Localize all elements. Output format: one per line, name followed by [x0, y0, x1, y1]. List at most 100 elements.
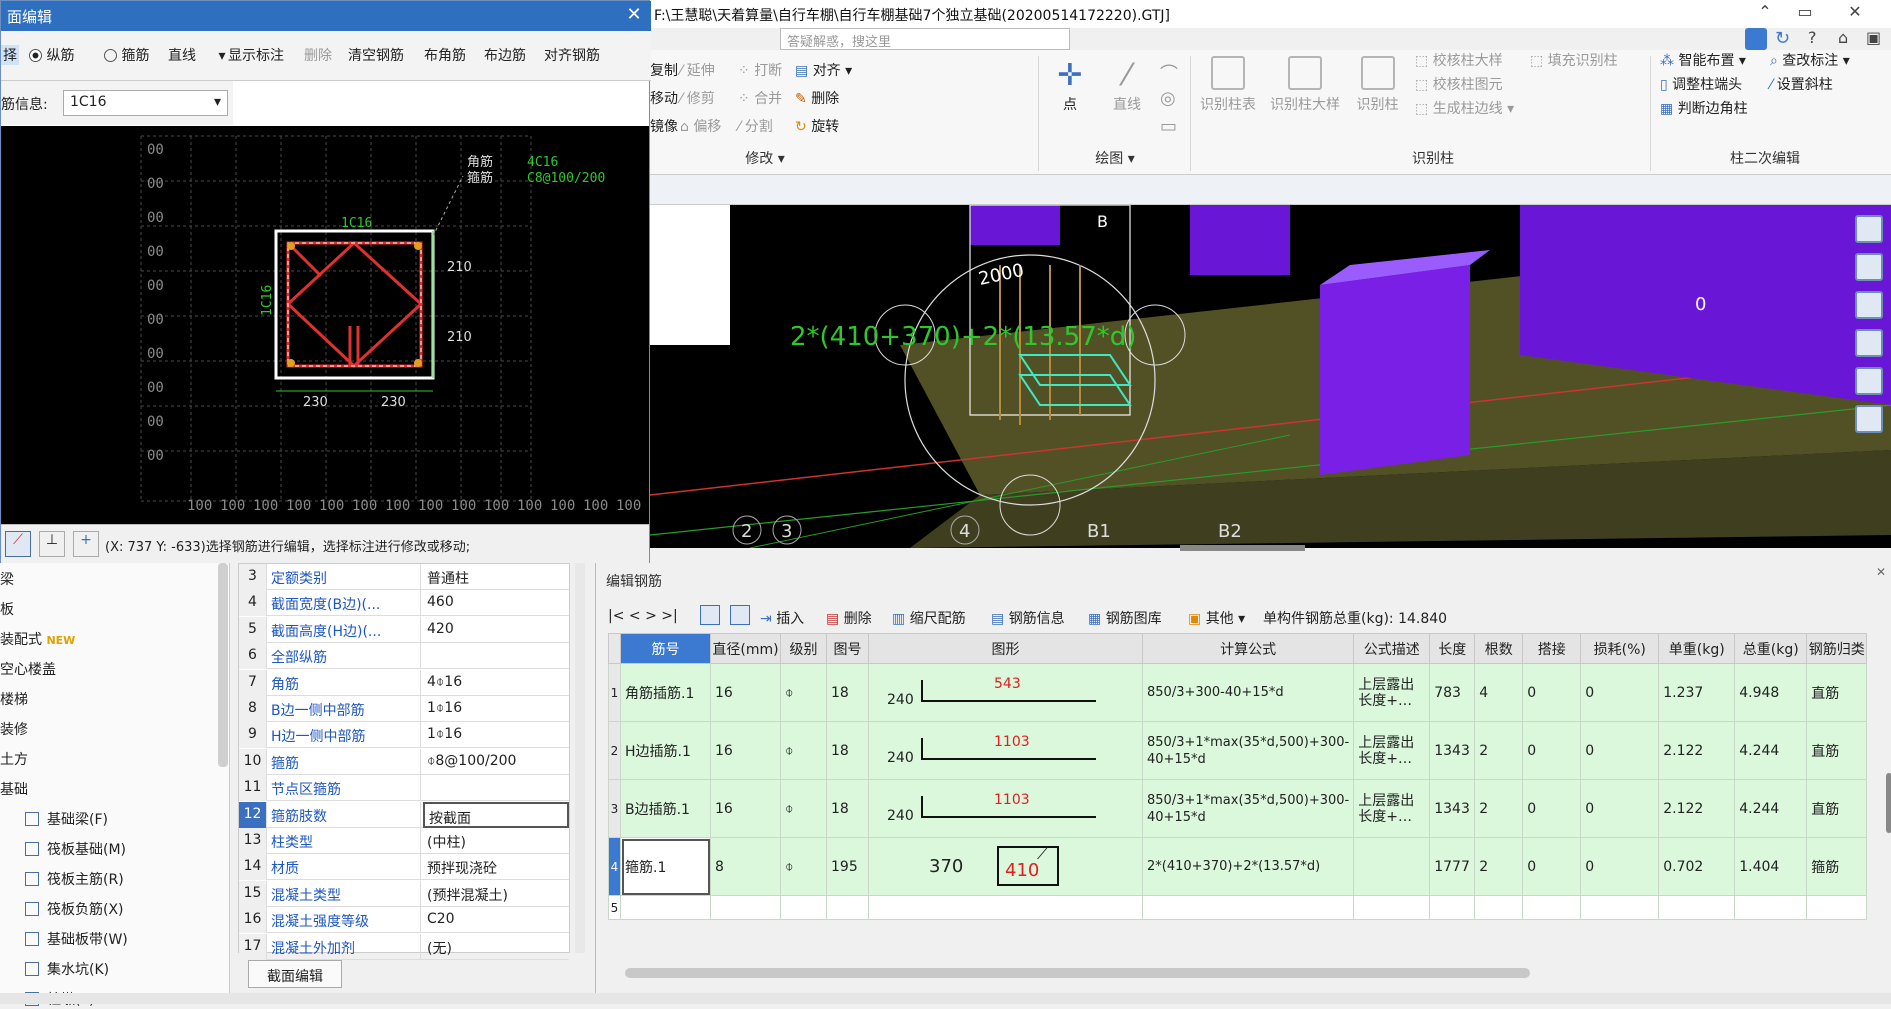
shape-left-dim[interactable]: 240 — [887, 692, 914, 708]
formula-cell[interactable]: 2*(410+370)+2*(13.57*d) — [1141, 837, 1355, 896]
length-cell[interactable]: 1343 — [1429, 779, 1476, 838]
dynamic-observe-icon[interactable] — [1855, 215, 1883, 243]
rebar-category-cell[interactable]: 直筋 — [1806, 779, 1868, 838]
property-value[interactable]: 420 — [423, 617, 569, 643]
property-value[interactable]: 1⌽16 — [423, 722, 569, 748]
empty-cell[interactable] — [868, 895, 1143, 920]
identify-column-detail-button[interactable]: 识别柱大样 — [1265, 56, 1345, 114]
formula-cell[interactable]: 850/3+1*max(35*d,500)+300-40+15*d — [1141, 721, 1355, 780]
property-row[interactable]: 5 截面高度(H边)(... 420 — [239, 616, 569, 643]
left-rebar-label[interactable]: 1C16 — [260, 285, 275, 316]
rebar-info-select[interactable]: 1C16 ▾ — [63, 90, 228, 116]
rebar-row[interactable]: 2 H边插筋.1 16 ⌽ 18 240 1103 850/3+1*max(35*d,500)… — [608, 721, 1868, 780]
property-value[interactable]: 普通柱 — [423, 564, 569, 590]
lap-cell[interactable]: 0 — [1522, 779, 1582, 838]
merge-button[interactable]: ⁘ 合并 — [738, 88, 782, 108]
move-button[interactable]: 移动 — [650, 88, 678, 108]
tree-subitem-sump[interactable]: 集水坑(K) — [25, 959, 109, 979]
length-cell[interactable]: 1777 — [1429, 837, 1476, 896]
column-header[interactable]: 钢筋归类 — [1806, 633, 1868, 664]
ribbon-collapse-icon[interactable]: ⌃ — [1750, 2, 1780, 26]
corner-rebar[interactable] — [414, 359, 422, 367]
tree-subitem-foundation-strip[interactable]: 基础板带(W) — [25, 929, 128, 949]
add-point-icon[interactable]: + — [73, 531, 99, 557]
section-edit-button[interactable]: 截面编辑 — [248, 960, 342, 988]
place-corner-rebar-button[interactable]: 布角筋 — [424, 45, 466, 65]
tree-scrollbar[interactable] — [218, 563, 228, 767]
select-tool-button[interactable]: 择 — [1, 45, 19, 65]
table-hscroll-thumb[interactable] — [625, 968, 1530, 978]
diameter-cell[interactable]: 16 — [710, 721, 781, 780]
perpendicular-snap-icon[interactable]: ⊥ — [39, 531, 65, 557]
rebar-shape-cell[interactable]: 370 410 ⟋ — [868, 837, 1143, 896]
grade-cell[interactable]: ⌽ — [780, 837, 827, 896]
column-header[interactable]: 总重(kg) — [1734, 633, 1808, 664]
rotate-view-icon[interactable] — [1855, 367, 1883, 395]
property-row[interactable]: 12 箍筋肢数 按截面 — [239, 801, 569, 828]
unit-weight-cell[interactable]: 1.237 — [1658, 663, 1736, 722]
column-header[interactable]: 图形 — [868, 633, 1143, 664]
property-value[interactable]: (无) — [423, 934, 569, 960]
stirrup-radio[interactable]: 箍筋 — [104, 45, 149, 65]
properties-scrollbar[interactable] — [575, 563, 585, 953]
3d-scene[interactable]: 2*(410+370)+2*(13.57*d) 2000 B 0 2 3 4 B… — [650, 205, 1891, 548]
grade-cell[interactable]: ⌽ — [780, 779, 827, 838]
other-menu-button[interactable]: ▣ 其他 ▾ — [1188, 608, 1245, 628]
trim-button[interactable]: ⁄ 修剪 — [680, 88, 715, 108]
set-sloped-column-button[interactable]: ⁄ 设置斜柱 — [1770, 74, 1833, 94]
formula-cell[interactable]: 850/3+300-40+15*d — [1141, 663, 1355, 722]
show-annotation-button[interactable]: 显示标注 — [228, 45, 284, 65]
delete-ribbon-button[interactable]: ✎ 删除 — [795, 88, 839, 108]
shape-value[interactable]: 410 — [1005, 860, 1039, 881]
property-row[interactable]: 15 混凝土类型 (预拌混凝土) — [239, 880, 569, 907]
rebar-shape-cell[interactable]: 240 1103 — [868, 721, 1143, 780]
user-avatar-icon[interactable] — [1745, 28, 1767, 50]
modify-group-label[interactable]: 修改 ▾ — [650, 148, 880, 168]
rebar-row[interactable]: 3 B边插筋.1 16 ⌽ 18 240 1103 850/3+1*max(35*d,500)… — [608, 779, 1868, 838]
loss-cell[interactable]: 0 — [1580, 663, 1660, 722]
empty-cell[interactable] — [1658, 895, 1736, 920]
column-header[interactable]: 直径(mm) — [710, 633, 781, 664]
figure-number-cell[interactable]: 18 — [826, 721, 869, 780]
column-header[interactable]: 损耗(%) — [1580, 633, 1660, 664]
tree-item-slab[interactable]: 板 — [0, 599, 14, 619]
move-down-icon[interactable] — [730, 605, 750, 625]
column-header[interactable]: 根数 — [1474, 633, 1524, 664]
point-draw-button[interactable]: ✛ 点 — [1045, 58, 1095, 114]
tree-subitem-foundation-beam[interactable]: 基础梁(F) — [25, 809, 108, 829]
formula-desc-cell[interactable]: 上层露出长度+… — [1353, 721, 1431, 780]
property-row[interactable]: 13 柱类型 (中柱) — [239, 828, 569, 854]
align-button[interactable]: ▤ 对齐 ▾ — [795, 60, 852, 80]
panel-close-icon[interactable]: ✕ — [1876, 565, 1886, 579]
move-up-icon[interactable] — [700, 605, 720, 625]
figure-number-cell[interactable]: 18 — [826, 779, 869, 838]
close-icon[interactable]: ✕ — [621, 4, 647, 26]
lap-cell[interactable]: 0 — [1522, 663, 1582, 722]
check-column-element-button[interactable]: ⬚ 校核柱图元 — [1415, 74, 1503, 94]
line-mode-dropdown[interactable]: 直线 ▾ — [168, 45, 225, 65]
help-icon[interactable]: ? — [1808, 28, 1817, 47]
property-value[interactable]: 460 — [423, 590, 569, 616]
rebar-library-button[interactable]: ▦ 钢筋图库 — [1088, 608, 1162, 628]
splitter-handle[interactable] — [1180, 545, 1305, 551]
property-row[interactable]: 17 混凝土外加剂 (无) — [239, 933, 569, 960]
identify-column-button[interactable]: 识别柱 — [1350, 56, 1405, 114]
scale-rebar-button[interactable]: ▥ 缩尺配筋 — [892, 608, 966, 628]
property-value[interactable]: 按截面 — [423, 801, 569, 828]
insert-row-button[interactable]: ⇥ 插入 — [760, 608, 804, 628]
arc-icon[interactable]: ⌒ — [1160, 60, 1178, 86]
formula-desc-cell[interactable]: 上层露出长度+… — [1353, 779, 1431, 838]
tree-item-beam[interactable]: 梁 — [0, 569, 14, 589]
count-cell[interactable]: 2 — [1474, 721, 1524, 780]
help-search-input[interactable]: 答疑解惑，搜这里 — [780, 28, 1070, 50]
empty-cell[interactable] — [1474, 895, 1524, 920]
unit-weight-cell[interactable]: 2.122 — [1658, 779, 1736, 838]
total-weight-cell[interactable]: 4.244 — [1734, 721, 1808, 780]
property-row[interactable]: 10 箍筋 ⌽8@100/200 — [239, 748, 569, 775]
property-value[interactable]: 1⌽16 — [423, 696, 569, 722]
copy-button[interactable]: 复制 — [650, 60, 678, 80]
rect-icon[interactable]: ▭ — [1160, 116, 1177, 137]
diameter-cell[interactable]: 8 — [710, 837, 781, 896]
diameter-cell[interactable]: 16 — [710, 779, 781, 838]
tree-subitem-raft-negative-rebar[interactable]: 筏板负筋(X) — [25, 899, 124, 919]
